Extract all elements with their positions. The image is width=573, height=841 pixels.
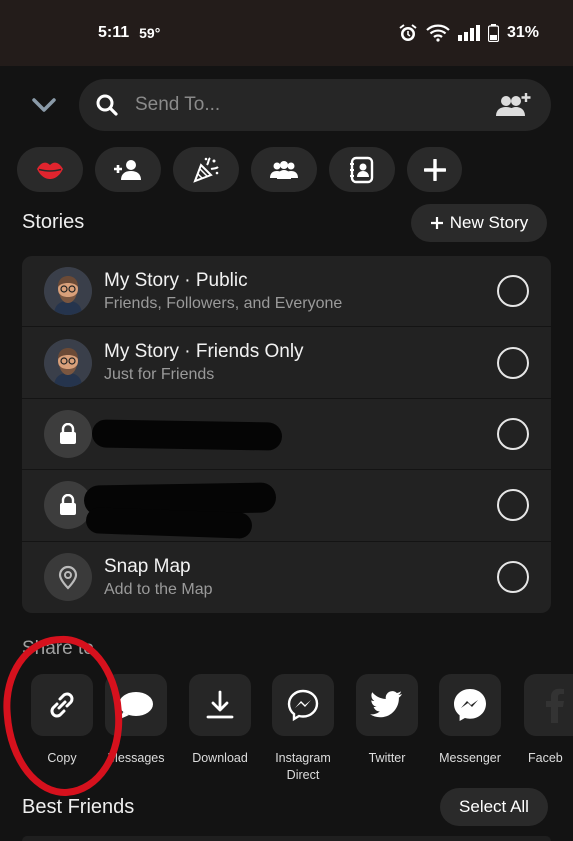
plus-icon [430,217,443,229]
lips-icon [37,162,63,179]
search-input[interactable] [135,94,493,116]
contacts-icon [350,156,374,183]
story-select-radio[interactable] [497,346,529,379]
story-row-redacted-2[interactable] [22,470,551,542]
chip-contacts[interactable] [329,147,395,192]
best-friends-list-top [22,836,551,841]
share-download[interactable]: Download [180,674,260,767]
best-friends-heading: Best Friends [22,796,135,818]
story-name: My Story · Friends Only [104,341,304,363]
select-all-button[interactable]: Select All [440,788,548,826]
story-text: My Story · Public Friends, Followers, an… [104,269,342,314]
story-select-radio[interactable] [497,417,529,450]
add-group-icon[interactable] [493,90,533,120]
status-time: 5:11 [98,24,130,41]
share-label: Messenger [439,751,501,765]
share-copy[interactable]: Copy [22,674,102,767]
share-twitter[interactable]: Twitter [347,674,427,767]
facebook-icon [546,688,564,723]
status-temperature: 59° [139,25,161,41]
search-bar[interactable] [79,79,551,131]
story-row-redacted-1[interactable] [22,399,551,471]
share-label: Faceb [528,751,563,765]
story-select-radio[interactable] [497,561,529,594]
download-icon [206,690,234,719]
twitter-icon [370,691,402,718]
redaction-mark [85,507,253,540]
new-story-button[interactable]: New Story [411,204,547,242]
status-right: 31% [398,23,539,43]
share-label: Messages [107,751,165,765]
messenger-icon [454,689,486,721]
story-name: Snap Map [104,555,191,577]
avatar [44,267,92,316]
select-all-label: Select All [459,797,529,816]
chip-party[interactable] [173,147,239,192]
battery-percent: 31% [506,24,539,41]
share-tile [356,674,418,736]
share-to-heading: Share to [22,638,94,659]
share-label: Download [192,751,248,765]
share-label: Copy [47,751,77,765]
story-row-public[interactable]: My Story · Public Friends, Followers, an… [22,256,551,328]
plus-icon [423,158,446,181]
wifi-icon [426,24,450,42]
story-text: Snap Map Add to the Map [104,555,213,600]
redaction-mark [91,419,283,451]
share-tile [524,674,573,736]
share-instagram-direct[interactable]: Instagram Direct [263,674,343,784]
chip-groups[interactable] [251,147,317,192]
chip-more[interactable] [407,147,462,192]
story-row-friends-only[interactable]: My Story · Friends Only Just for Friends [22,327,551,399]
status-bar: 5:11 59° 31% [0,0,573,66]
share-messenger[interactable]: Messenger [430,674,510,767]
share-label: Instagram Direct [275,751,331,782]
story-subtitle: Just for Friends [104,366,215,384]
alarm-icon [398,23,418,43]
stories-heading: Stories [22,211,85,233]
battery-icon [487,24,499,42]
story-name: My Story · Public [104,269,248,291]
share-tile [31,674,93,736]
lock-icon [60,422,76,444]
instagram-direct-icon [287,689,319,722]
private-story-avatar [44,409,92,458]
search-icon [93,91,121,119]
avatar [44,338,92,387]
share-facebook[interactable]: Faceb [512,674,573,767]
story-list: My Story · Public Friends, Followers, an… [22,256,551,613]
search-row [0,79,573,131]
share-targets-row: Copy Messages Download Instagram Direct … [22,674,573,784]
story-select-radio[interactable] [497,275,529,308]
chevron-down-icon [32,98,56,112]
quick-filter-chips [17,147,462,192]
share-messages[interactable]: Messages [96,674,176,767]
story-select-radio[interactable] [497,489,529,522]
signal-icon [457,25,480,41]
share-tile [439,674,501,736]
story-subtitle: Add to the Map [104,580,213,598]
share-label: Twitter [368,751,406,765]
chip-lips[interactable] [17,147,83,192]
story-row-snap-map[interactable]: Snap Map Add to the Map [22,542,551,613]
link-icon [50,692,74,718]
share-tile [272,674,334,736]
add-friend-icon [114,159,141,180]
new-story-label: New Story [449,213,529,232]
party-popper-icon [193,156,219,183]
share-tile [105,674,167,736]
location-pin-icon [58,566,78,590]
chat-bubble-icon [119,692,153,719]
snap-map-avatar [44,553,92,602]
status-left: 5:11 59° [98,24,160,42]
share-tile [189,674,251,736]
collapse-button[interactable] [28,91,60,119]
story-subtitle: Friends, Followers, and Everyone [104,294,343,312]
lock-icon [60,494,76,516]
group-icon [270,160,298,179]
story-text: My Story · Friends Only Just for Friends [104,340,304,385]
chip-add-friend[interactable] [95,147,161,192]
